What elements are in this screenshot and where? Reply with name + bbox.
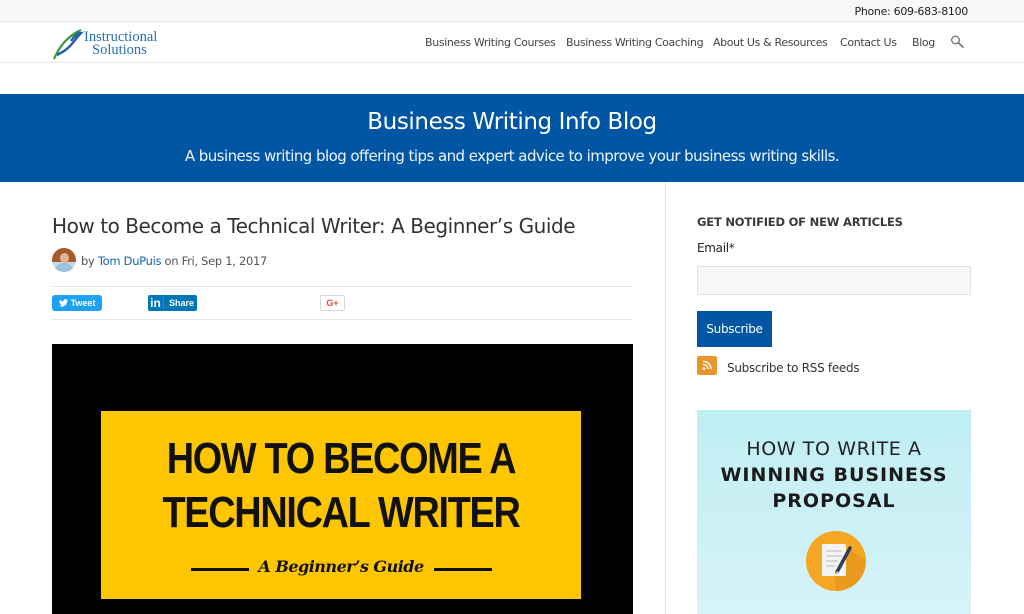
twitter-bird-icon <box>58 299 68 307</box>
rss-icon[interactable] <box>697 356 717 375</box>
featured-image-line2: TECHNICAL WRITER <box>162 488 520 537</box>
nav-blog[interactable]: Blog <box>912 36 935 49</box>
promo-line1: HOW TO WRITE A <box>746 438 922 460</box>
blog-subtitle: A business writing blog offering tips an… <box>184 147 840 165</box>
author-avatar[interactable] <box>52 248 76 272</box>
search-icon[interactable] <box>950 35 966 49</box>
promo-line3: PROPOSAL <box>772 490 896 512</box>
post-date: on Fri, Sep 1, 2017 <box>161 254 268 268</box>
linkedin-icon: in <box>148 295 164 311</box>
newsletter-heading: GET NOTIFIED OF NEW ARTICLES <box>697 215 903 229</box>
document-pencil-icon <box>806 531 866 591</box>
rss-subscribe-link[interactable]: Subscribe to RSS feeds <box>727 361 860 375</box>
author-link[interactable]: Tom DuPuis <box>98 254 162 268</box>
share-divider-bottom <box>52 319 633 320</box>
nav-about-us-resources[interactable]: About Us & Resources <box>713 36 828 49</box>
featured-image-plate: HOW TO BECOME A TECHNICAL WRITER A Begin… <box>101 411 581 599</box>
share-divider-top <box>52 286 633 287</box>
linkedin-share-button[interactable]: in Share <box>148 295 197 311</box>
site-header: Instructional Solutions Business Writing… <box>0 22 1024 63</box>
nav-business-writing-coaching[interactable]: Business Writing Coaching <box>566 36 704 49</box>
nav-business-writing-courses[interactable]: Business Writing Courses <box>425 36 556 49</box>
subscribe-button[interactable]: Subscribe <box>697 311 772 347</box>
post-title: How to Become a Technical Writer: A Begi… <box>52 214 576 238</box>
blog-banner: Business Writing Info Blog A business wr… <box>0 94 1024 182</box>
proposal-promo-banner[interactable]: HOW TO WRITE A WINNING BUSINESS PROPOSAL <box>697 410 971 614</box>
post-byline: by Tom DuPuis on Fri, Sep 1, 2017 <box>81 254 268 268</box>
phone-number: Phone: 609-683-8100 <box>854 5 968 18</box>
blog-title: Business Writing Info Blog <box>367 109 657 135</box>
promo-line2: WINNING BUSINESS <box>720 464 948 486</box>
tweet-button[interactable]: Tweet <box>52 295 102 311</box>
top-utility-bar: Phone: 609-683-8100 <box>0 0 1024 22</box>
email-field[interactable] <box>697 266 971 295</box>
featured-image-subline: A Beginner’s Guide <box>258 557 424 576</box>
nav-contact-us[interactable]: Contact Us <box>840 36 897 49</box>
google-plus-button[interactable]: G+ <box>320 295 345 311</box>
main-nav: Business Writing Courses Business Writin… <box>0 35 1024 52</box>
featured-image[interactable]: HOW TO BECOME A TECHNICAL WRITER A Begin… <box>52 344 633 614</box>
featured-image-line1: HOW TO BECOME A <box>166 434 517 483</box>
email-label: Email* <box>697 241 735 255</box>
decorative-dash-right <box>434 568 492 571</box>
sidebar-divider <box>665 182 666 614</box>
